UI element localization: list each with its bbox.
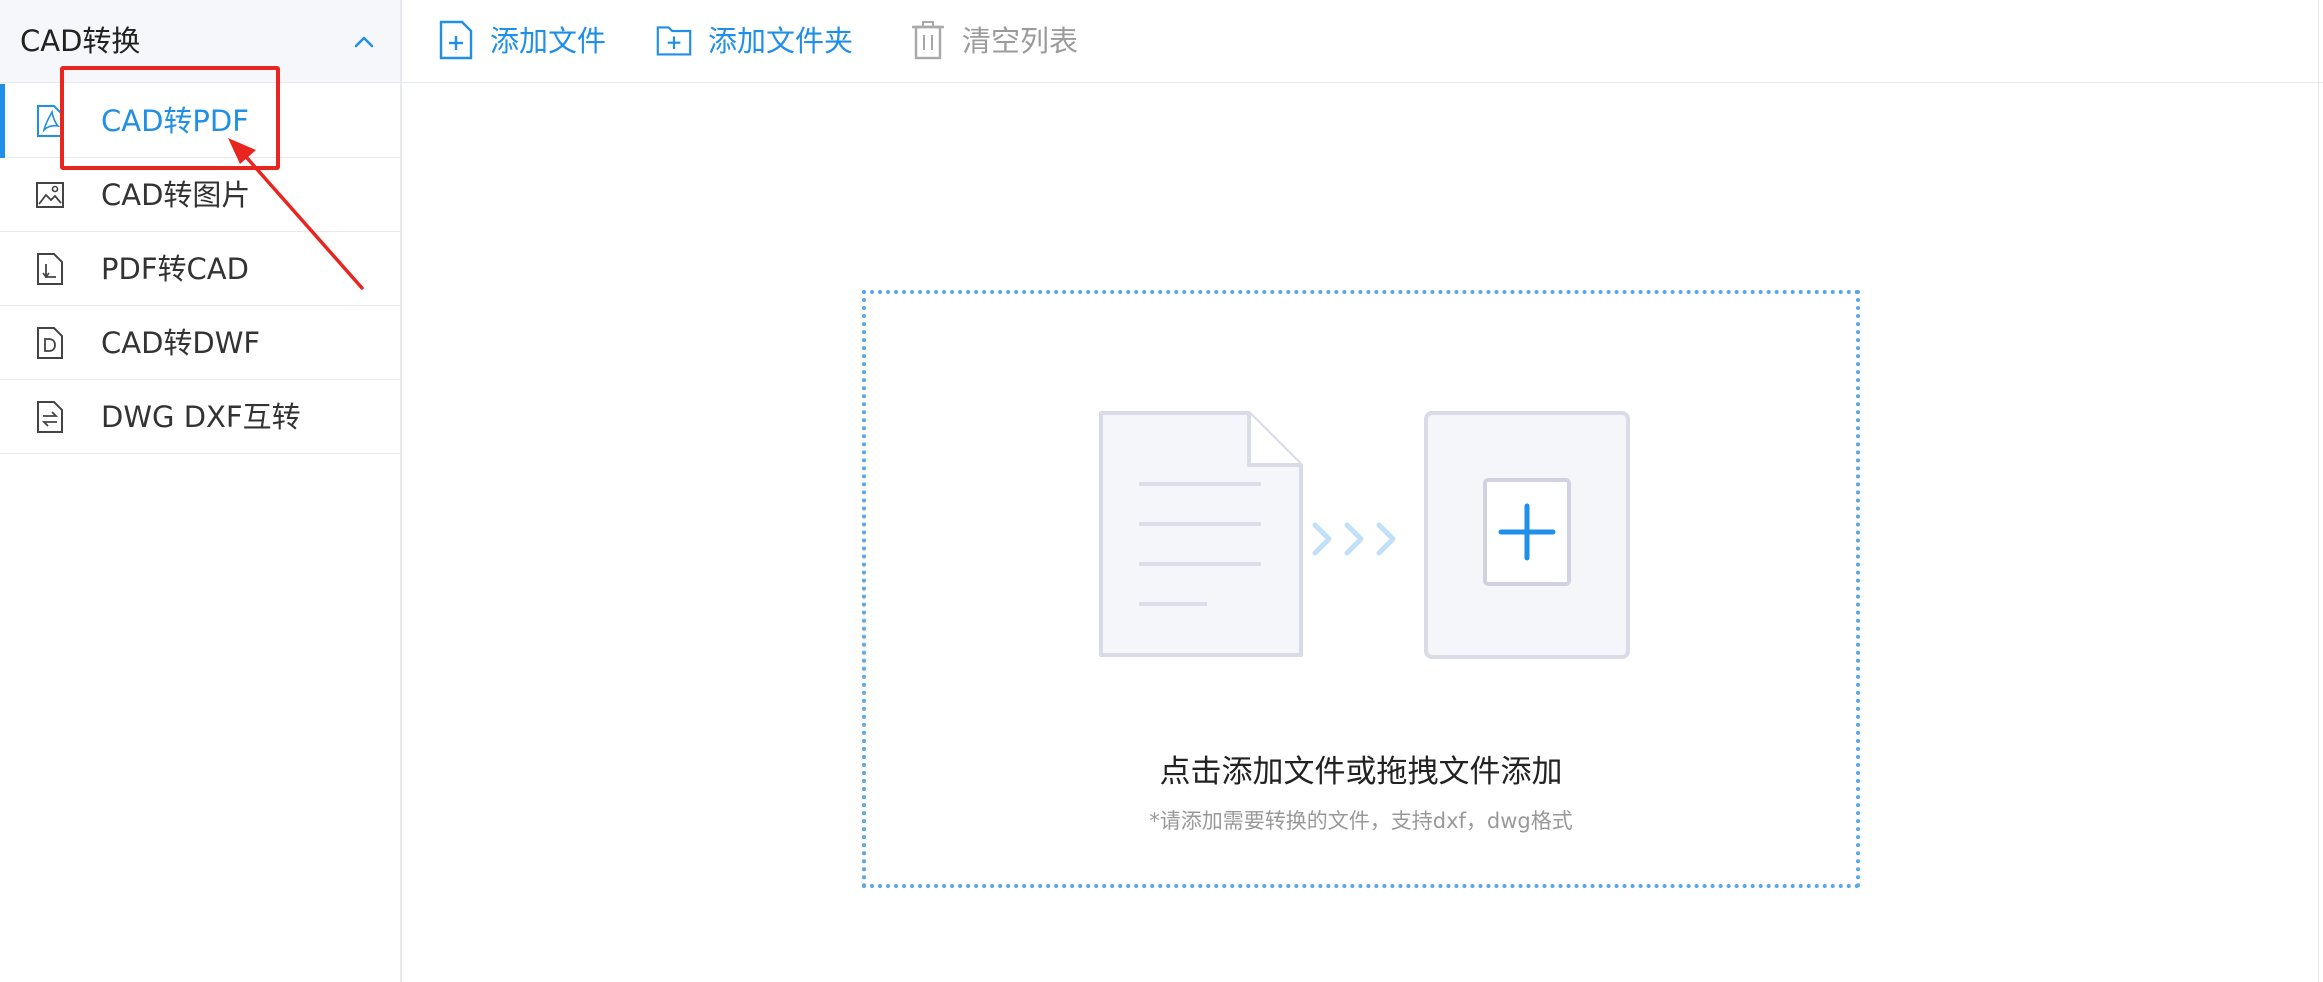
sidebar-header[interactable]: CAD转换	[0, 0, 400, 83]
add-file-label: 添加文件	[490, 24, 607, 58]
chevron-up-icon[interactable]	[346, 26, 382, 56]
sidebar-item-label: CAD转PDF	[101, 104, 249, 138]
add-folder-label: 添加文件夹	[708, 24, 854, 58]
file-drop-zone[interactable]: 点击添加文件或拖拽文件添加 *请添加需要转换的文件，支持dxf，dwg格式	[862, 290, 1860, 888]
dwf-file-icon	[37, 327, 63, 359]
sidebar-item-cad-to-image[interactable]: CAD转图片	[0, 158, 400, 232]
sidebar-item-pdf-to-cad[interactable]: PDF转CAD	[0, 232, 400, 306]
sidebar-title: CAD转换	[20, 24, 141, 58]
file-add-illustration	[1099, 411, 1630, 659]
pdf-file-icon	[37, 105, 63, 137]
sidebar-item-label: PDF转CAD	[101, 252, 249, 286]
drop-zone-title: 点击添加文件或拖拽文件添加	[1159, 754, 1563, 790]
image-file-icon	[36, 182, 64, 208]
toolbar: 添加文件 添加文件夹 清空列表	[402, 0, 2323, 83]
sidebar-item-cad-to-dwf[interactable]: CAD转DWF	[0, 306, 400, 380]
trash-icon	[912, 21, 944, 60]
add-file-icon	[439, 20, 473, 60]
sidebar-item-label: DWG DXF互转	[101, 400, 301, 434]
sidebar-item-label: CAD转DWF	[101, 326, 261, 360]
swap-file-icon	[37, 401, 63, 433]
sidebar-item-cad-to-pdf[interactable]: CAD转PDF	[0, 84, 400, 158]
drop-zone-hint: *请添加需要转换的文件，支持dxf，dwg格式	[1149, 809, 1573, 833]
sidebar-item-label: CAD转图片	[101, 178, 251, 212]
pdf-to-cad-icon	[37, 253, 63, 285]
active-indicator	[0, 84, 5, 158]
scrollbar[interactable]	[2318, 0, 2323, 982]
sidebar: CAD转换 CAD转PDF CAD转图片 PDF转CAD CAD转DWF DWG…	[0, 0, 402, 982]
add-folder-icon	[656, 26, 692, 56]
sidebar-item-dwg-dxf-swap[interactable]: DWG DXF互转	[0, 380, 400, 454]
clear-list-label: 清空列表	[962, 24, 1079, 58]
